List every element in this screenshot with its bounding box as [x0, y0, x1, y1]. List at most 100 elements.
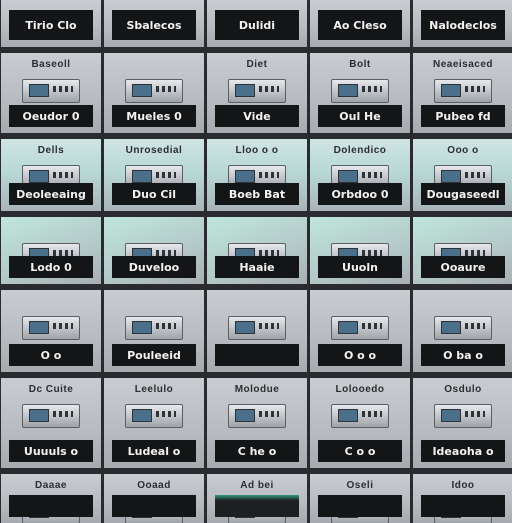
tile-label: Oeudor 0 [22, 109, 80, 123]
tile-label: Orbdoo 0 [331, 187, 389, 201]
tile-grid: Tirio Clo Sbalecos Dulidi Ao Cleso Nalodeclo… [0, 0, 512, 523]
device-image [228, 316, 286, 340]
tile-caption: Osdulo [444, 384, 482, 395]
tile-label: Ao Cleso [333, 18, 387, 32]
tile-r1-c2[interactable]: Diet Vide [207, 53, 307, 133]
tile-r3-c4[interactable]: Ooaure [413, 217, 512, 284]
tile-label: Deoleeaing [16, 187, 86, 201]
tile-r6-c0[interactable]: Daaae [1, 474, 101, 523]
tile-label: C he o [237, 444, 277, 458]
tile-label-bar: C o o [318, 440, 402, 462]
tile-label: Dulidi [238, 18, 276, 32]
tile-r4-c4[interactable]: O ba o [413, 290, 512, 372]
tile-caption: Neaeisaced [432, 59, 494, 70]
tile-r3-c2[interactable]: Haaie [207, 217, 307, 284]
tile-r6-c1[interactable]: Ooaad [104, 474, 204, 523]
tile-label: Ooaure [440, 260, 486, 274]
tile-caption: Ooo o [447, 145, 479, 156]
tile-label-bar: Vide [215, 105, 299, 127]
tile-r6-c2[interactable]: Ad bei [207, 474, 307, 523]
device-image [22, 79, 80, 103]
tile-label-bar: Sbalecos [112, 10, 196, 40]
tile-label: Dougaseedl [426, 187, 500, 201]
tile-label-bar [215, 495, 299, 517]
tile-r3-c3[interactable]: Uuoln [310, 217, 410, 284]
tile-r0-c4[interactable]: Nalodeclos [413, 0, 512, 47]
tile-r5-c2[interactable]: Molodue C he o [207, 378, 307, 468]
tile-caption: Oseli [346, 480, 374, 491]
tile-caption: Leelulo [134, 384, 174, 395]
tile-label-bar: Oul He [318, 105, 402, 127]
tile-label-bar: Dulidi [215, 10, 299, 40]
tile-r0-c2[interactable]: Dulidi [207, 0, 307, 47]
tile-r2-c1[interactable]: Unrosedial Duo Cil [104, 139, 204, 211]
tile-label-bar: Deoleeaing [9, 183, 93, 205]
tile-r4-c0[interactable]: O o [1, 290, 101, 372]
tile-label-bar: Ao Cleso [318, 10, 402, 40]
device-image [228, 79, 286, 103]
tile-label-bar: O ba o [421, 344, 505, 366]
tile-caption: Ooaad [137, 480, 171, 491]
tile-label-bar [9, 495, 93, 517]
tile-r3-c0[interactable]: Lodo 0 [1, 217, 101, 284]
tile-label: Pubeo fd [435, 109, 491, 123]
tile-r0-c0[interactable]: Tirio Clo [1, 0, 101, 47]
tile-r6-c3[interactable]: Oseli [310, 474, 410, 523]
tile-label: Tirio Clo [25, 18, 77, 32]
tile-label-bar: Lodo 0 [9, 256, 93, 278]
tile-r2-c4[interactable]: Ooo o Dougaseedl [413, 139, 512, 211]
tile-label: C o o [344, 444, 376, 458]
tile-label: Vide [243, 109, 271, 123]
tile-r1-c4[interactable]: Neaeisaced Pubeo fd [413, 53, 512, 133]
tile-label-bar: Boeb Bat [215, 183, 299, 205]
tile-label-bar: Duo Cil [112, 183, 196, 205]
tile-caption: Dells [37, 145, 65, 156]
tile-label-bar: Haaie [215, 256, 299, 278]
tile-label-bar: Uuoln [318, 256, 402, 278]
tile-r3-c1[interactable]: Duveloo [104, 217, 204, 284]
tile-caption: Dolendico [333, 145, 387, 156]
tile-label: O ba o [443, 348, 483, 362]
tile-r5-c0[interactable]: Dc Cuite Uuuuls o [1, 378, 101, 468]
device-image [22, 316, 80, 340]
tile-r5-c1[interactable]: Leelulo Ludeal o [104, 378, 204, 468]
tile-r4-c2[interactable] [207, 290, 307, 372]
tile-r2-c0[interactable]: Dells Deoleeaing [1, 139, 101, 211]
device-image [125, 316, 183, 340]
tile-r2-c3[interactable]: Dolendico Orbdoo 0 [310, 139, 410, 211]
tile-label: Sbalecos [126, 18, 182, 32]
tile-r5-c3[interactable]: Lolooedo C o o [310, 378, 410, 468]
tile-r5-c4[interactable]: Osdulo Ideaoha o [413, 378, 512, 468]
tile-label: Oul He [339, 109, 381, 123]
tile-caption: Baseoll [31, 59, 71, 70]
tile-caption: Idoo [451, 480, 475, 491]
tile-r2-c2[interactable]: Lloo o o Boeb Bat [207, 139, 307, 211]
tile-label-bar: Tirio Clo [9, 10, 93, 40]
tile-r4-c3[interactable]: O o o [310, 290, 410, 372]
device-image [434, 79, 492, 103]
tile-label: Ludeal o [127, 444, 181, 458]
tile-label-bar: Nalodeclos [421, 10, 505, 40]
tile-r1-c1[interactable]: Mueles 0 [104, 53, 204, 133]
tile-label: Boeb Bat [228, 187, 286, 201]
tile-label: O o o [343, 348, 377, 362]
tile-label-bar: Ideaoha o [421, 440, 505, 462]
tile-caption: Dc Cuite [28, 384, 74, 395]
tile-r1-c3[interactable]: Bolt Oul He [310, 53, 410, 133]
tile-r1-c0[interactable]: Baseoll Oeudor 0 [1, 53, 101, 133]
tile-label-bar: Dougaseedl [421, 183, 505, 205]
tile-label: Mueles 0 [126, 109, 182, 123]
tile-label: Haaie [239, 260, 275, 274]
tile-r6-c4[interactable]: Idoo [413, 474, 512, 523]
tile-label: Ideaoha o [432, 444, 494, 458]
tile-label: Duo Cil [132, 187, 176, 201]
tile-caption: Daaae [35, 480, 67, 491]
tile-caption: Molodue [234, 384, 280, 395]
tile-r0-c1[interactable]: Sbalecos [104, 0, 204, 47]
tile-label: O o [40, 348, 62, 362]
tile-r0-c3[interactable]: Ao Cleso [310, 0, 410, 47]
tile-r4-c1[interactable]: Pouleeid [104, 290, 204, 372]
tile-label: Uuuuls o [23, 444, 79, 458]
tile-caption: Bolt [349, 59, 371, 70]
device-image [125, 79, 183, 103]
